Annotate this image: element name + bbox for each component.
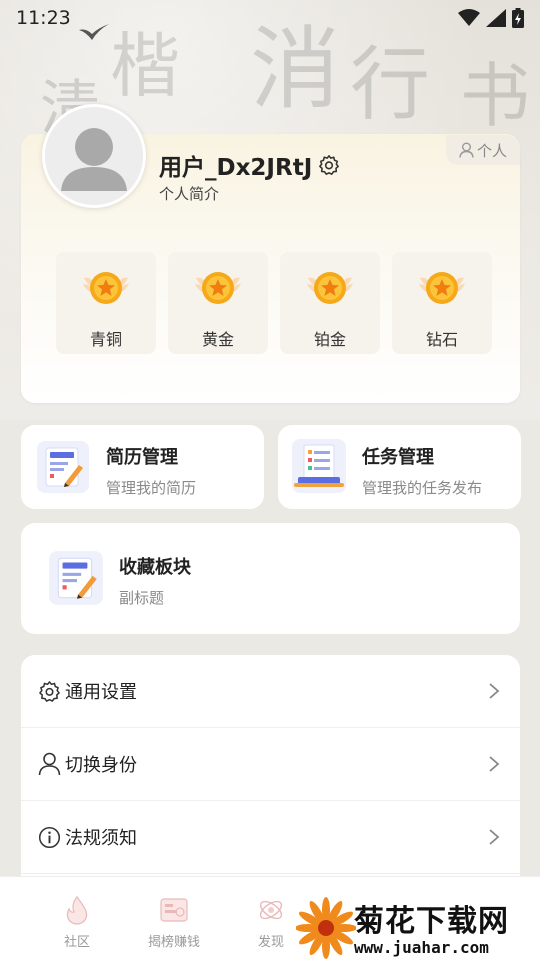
tier-label: 青铜 xyxy=(89,330,122,349)
resume-management-card[interactable]: 简历管理 管理我的简历 xyxy=(21,425,264,509)
tier-gold[interactable]: 黄金 xyxy=(168,252,268,354)
task-management-card[interactable]: 任务管理 管理我的任务发布 xyxy=(278,425,521,509)
chevron-right-icon xyxy=(489,756,500,772)
avatar[interactable] xyxy=(42,104,146,208)
person-outline-icon xyxy=(459,142,474,158)
setting-general[interactable]: 通用设置 xyxy=(21,655,520,728)
tier-label: 铂金 xyxy=(313,330,346,349)
medal-icon xyxy=(419,272,465,304)
medal-icon xyxy=(195,272,241,304)
medal-icon xyxy=(307,272,353,304)
task-laptop-icon xyxy=(292,439,346,493)
tier-label: 钻石 xyxy=(425,330,458,349)
nav-bounty[interactable]: 揭榜赚钱 xyxy=(134,895,214,950)
status-time: 11:23 xyxy=(16,7,71,29)
signal-icon xyxy=(486,9,506,27)
resume-card-subtitle: 管理我的简历 xyxy=(106,479,197,497)
resume-card-title: 简历管理 xyxy=(106,447,178,468)
watermark-title: 菊花下载网 xyxy=(354,904,509,939)
nav-label: 社区 xyxy=(63,935,90,950)
setting-regulations[interactable]: 法规须知 xyxy=(21,801,520,874)
medal-icon xyxy=(83,272,129,304)
user-icon xyxy=(38,752,60,776)
setting-label: 法规须知 xyxy=(65,828,137,849)
discover-orbit-icon xyxy=(259,900,283,920)
tier-diamond[interactable]: 钻石 xyxy=(392,252,492,354)
nav-community[interactable]: 社区 xyxy=(37,895,117,950)
favorites-document-icon xyxy=(49,551,103,605)
setting-label: 通用设置 xyxy=(65,682,137,703)
status-icons xyxy=(458,8,524,28)
task-card-subtitle: 管理我的任务发布 xyxy=(362,479,483,497)
gear-icon[interactable] xyxy=(318,154,340,176)
info-icon xyxy=(38,826,60,848)
favorites-card-title: 收藏板块 xyxy=(119,557,191,578)
favorites-card-subtitle: 副标题 xyxy=(119,589,165,607)
wifi-icon xyxy=(458,9,480,26)
setting-switch-identity[interactable]: 切换身份 xyxy=(21,728,520,801)
tier-bronze[interactable]: 青铜 xyxy=(56,252,156,354)
nav-label: 揭榜赚钱 xyxy=(147,935,200,950)
resume-document-icon xyxy=(37,441,89,493)
tier-platinum[interactable]: 铂金 xyxy=(280,252,380,354)
role-tag-label: 个人 xyxy=(476,141,507,160)
battery-icon xyxy=(512,8,524,28)
username: 用户_Dx2JRtJ xyxy=(159,155,313,181)
community-flame-icon xyxy=(66,896,88,925)
user-bio[interactable]: 个人简介 xyxy=(159,183,219,204)
chevron-right-icon xyxy=(489,829,500,845)
bird-decoration-icon xyxy=(79,24,109,40)
tier-list: 青铜 黄金 铂金 钻石 xyxy=(56,252,492,354)
tier-label: 黄金 xyxy=(201,330,234,349)
bounty-card-icon xyxy=(160,898,188,922)
watermark-url: www.juahar.com xyxy=(354,938,489,957)
chevron-right-icon xyxy=(489,683,500,699)
settings-list: 通用设置 切换身份 法规须知 xyxy=(21,655,520,885)
setting-label: 切换身份 xyxy=(65,755,137,776)
favorites-card[interactable]: 收藏板块 副标题 xyxy=(21,523,520,634)
role-tag[interactable]: 个人 xyxy=(446,135,520,165)
task-card-title: 任务管理 xyxy=(362,447,434,468)
gear-icon xyxy=(38,680,60,702)
site-watermark: 菊花下载网 www.juahar.com xyxy=(296,896,540,960)
chrysanthemum-logo-icon xyxy=(296,897,356,959)
default-avatar-icon xyxy=(45,107,143,205)
username-row: 用户_Dx2JRtJ xyxy=(159,148,340,182)
